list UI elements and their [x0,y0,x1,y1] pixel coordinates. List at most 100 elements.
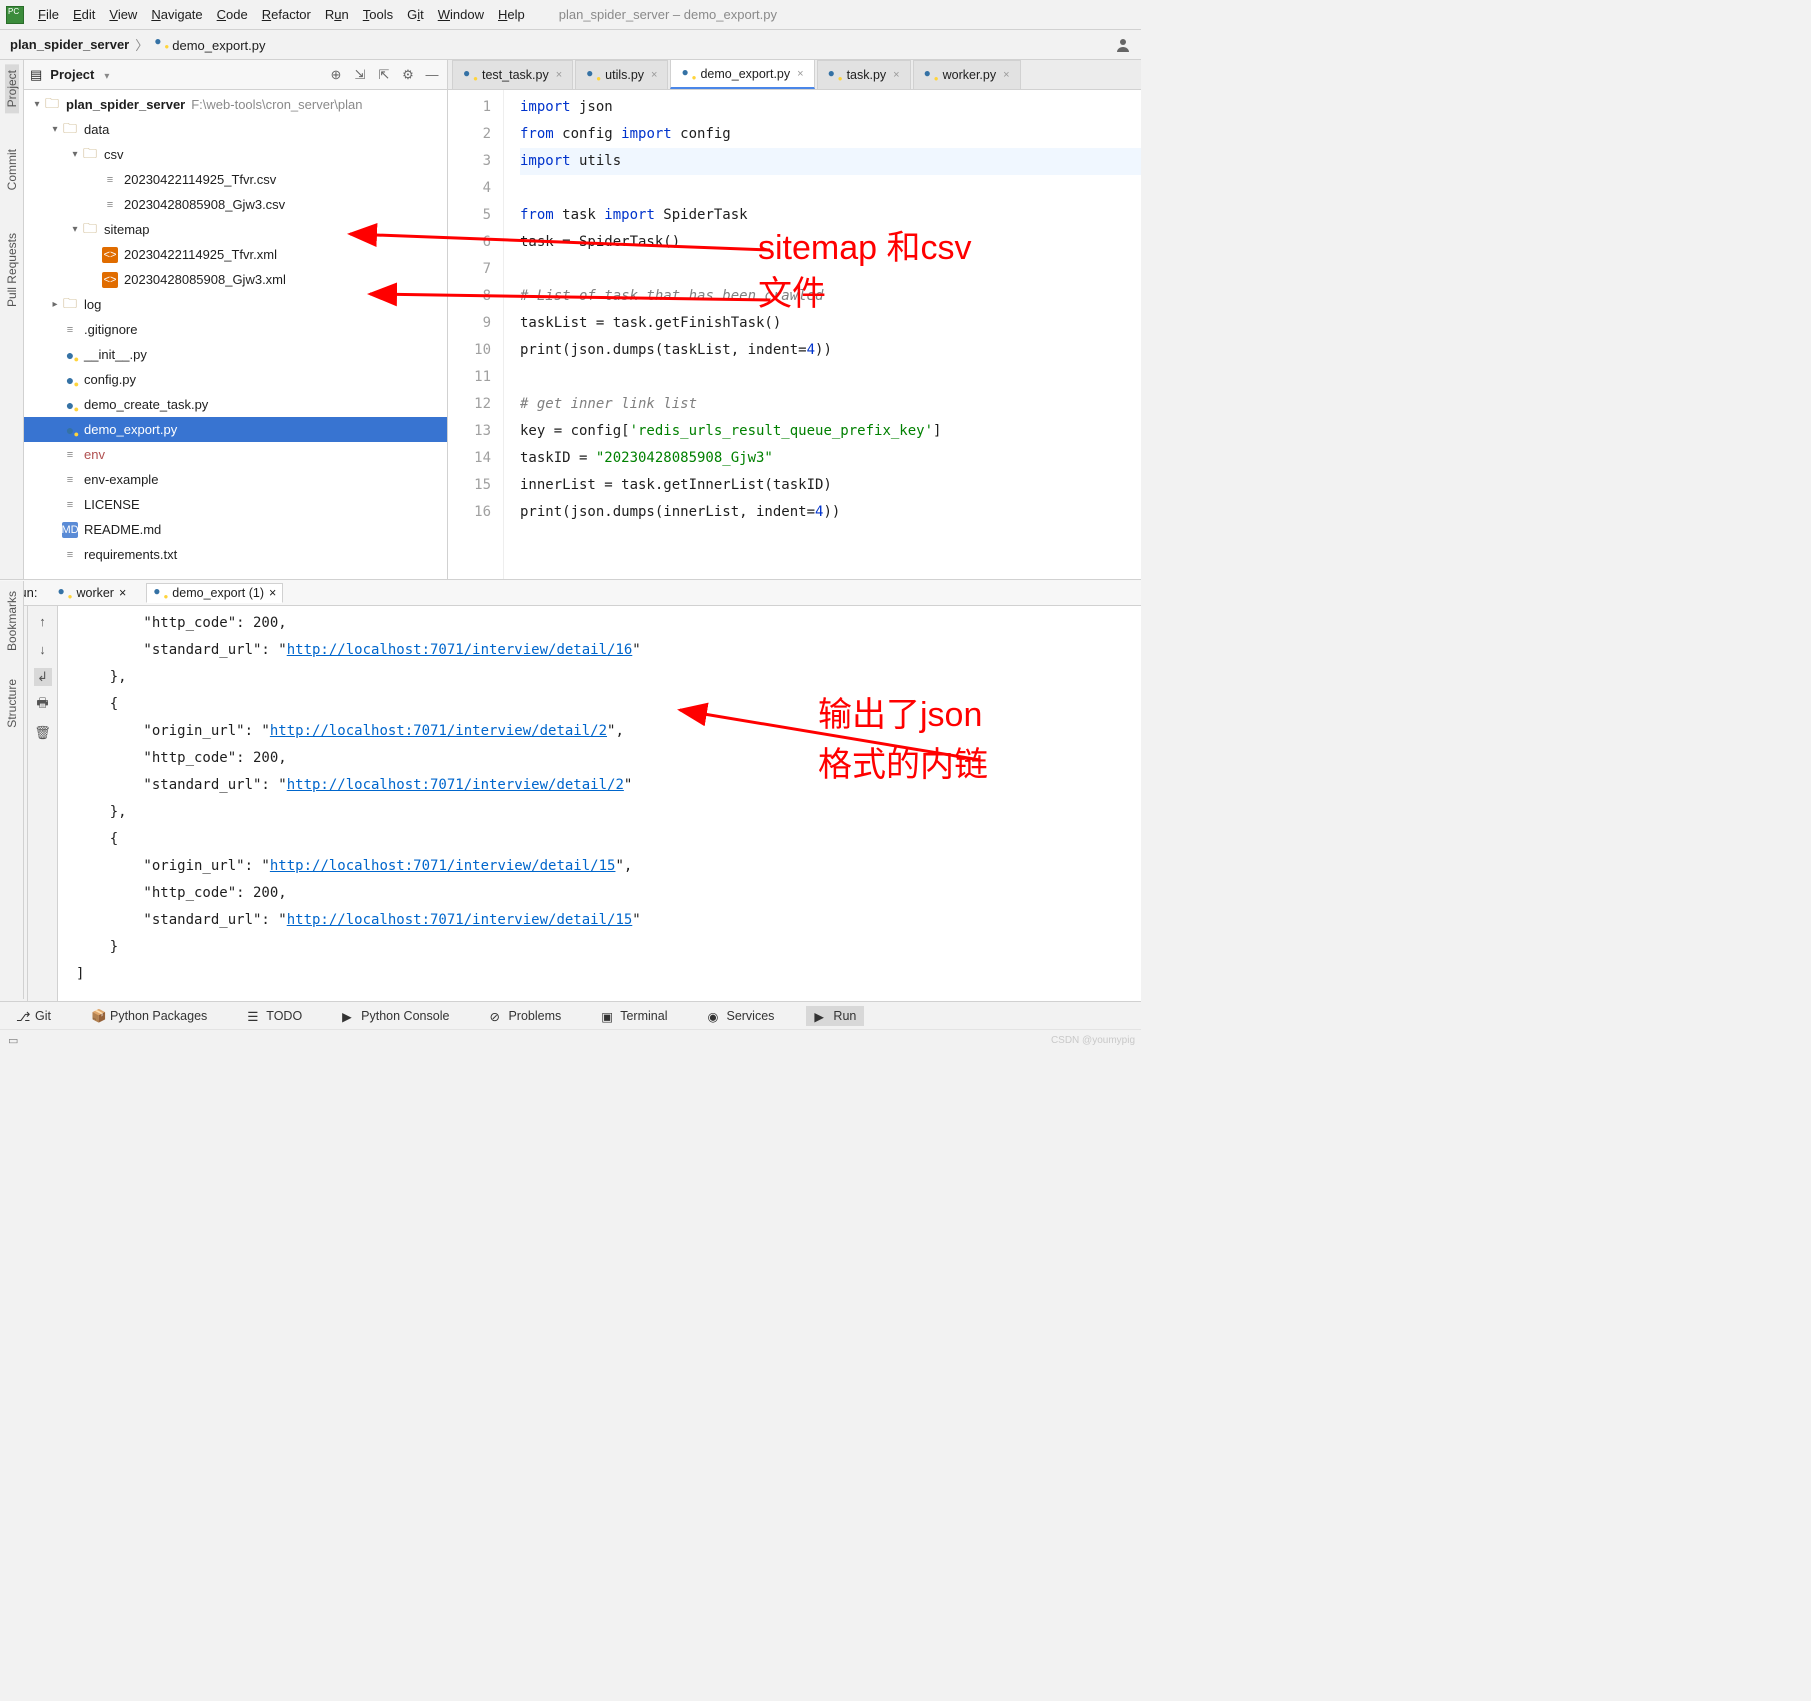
menu-refactor[interactable]: Refactor [262,7,311,22]
menu-help[interactable]: Help [498,7,525,22]
breadcrumb-root[interactable]: plan_spider_server [10,37,129,52]
down-arrow-icon[interactable]: ↓ [34,640,52,658]
trash-icon[interactable]: 🗑 [34,724,52,742]
code-area[interactable]: import jsonfrom config import configimpo… [504,90,1141,579]
stripe-structure[interactable]: Structure [5,679,19,728]
editor-tab[interactable]: test_task.py× [452,60,573,89]
xml-file-icon [102,247,118,263]
tree-file-selected[interactable]: ▾demo_export.py [24,417,447,442]
close-icon[interactable]: × [556,69,562,81]
console-output[interactable]: "http_code": 200, "standard_url": "http:… [58,606,1141,1001]
watermark: CSDN @youmypig [1051,1035,1135,1046]
app-logo-icon [6,6,24,24]
python-file-icon [828,68,842,82]
text-file-icon [62,547,78,563]
tree-file[interactable]: ▾20230428085908_Gjw3.xml [24,267,447,292]
tree-file[interactable]: ▾README.md [24,517,447,542]
menubar: File Edit View Navigate Code Refactor Ru… [0,0,1141,30]
tree-file[interactable]: ▾LICENSE [24,492,447,517]
tree-file[interactable]: ▾demo_create_task.py [24,392,447,417]
tree-folder-data[interactable]: ▾data [24,117,447,142]
project-pane: ▤ Project ⊕ ⇲ ⇱ ⚙ — ▾plan_spider_serverF… [24,60,448,579]
tree-file[interactable]: ▾20230422114925_Tfvr.xml [24,242,447,267]
menu-run[interactable]: Run [325,7,349,22]
menu-navigate[interactable]: Navigate [151,7,202,22]
user-icon[interactable] [1115,37,1131,53]
tool-icon: 📦 [91,1009,105,1023]
folder-icon [82,147,98,163]
bottom-tab-services[interactable]: ◉Services [699,1006,782,1026]
run-tab-worker[interactable]: worker× [51,584,132,602]
project-header: ▤ Project ⊕ ⇲ ⇱ ⚙ — [24,60,447,90]
stripe-pull-requests[interactable]: Pull Requests [5,227,19,313]
tree-file[interactable]: ▾env-example [24,467,447,492]
menu-git[interactable]: Git [407,7,424,22]
tree-folder-sitemap[interactable]: ▾sitemap [24,217,447,242]
tree-file[interactable]: ▾20230422114925_Tfvr.csv [24,167,447,192]
settings-gear-icon[interactable]: ⚙ [399,66,417,84]
tree-file[interactable]: ▾20230428085908_Gjw3.csv [24,192,447,217]
close-icon[interactable]: × [269,586,276,600]
menu-tools[interactable]: Tools [363,7,393,22]
bottom-tab-run[interactable]: ▶Run [806,1006,864,1026]
locate-icon[interactable]: ⊕ [327,66,345,84]
tree-file[interactable]: ▾requirements.txt [24,542,447,567]
close-icon[interactable]: × [119,586,126,600]
tree-folder-csv[interactable]: ▾csv [24,142,447,167]
bottom-tab-todo[interactable]: ☰TODO [239,1006,310,1026]
menu-file[interactable]: File [38,7,59,22]
bottom-tab-terminal[interactable]: ▣Terminal [593,1006,675,1026]
folder-icon [82,222,98,238]
breadcrumb-file[interactable]: demo_export.py [154,36,265,53]
bottom-tab-problems[interactable]: ⊘Problems [481,1006,569,1026]
left-stripe-bar: Project Commit Pull Requests [0,60,24,579]
tree-file[interactable]: ▾.gitignore [24,317,447,342]
text-file-icon [62,322,78,338]
code-editor[interactable]: 12345678910111213141516 import jsonfrom … [448,90,1141,579]
soft-wrap-icon[interactable]: ↲ [34,668,52,686]
python-file-icon [62,422,78,438]
run-panel: Run: worker× demo_export (1)× ▶ 🛠 ■ ≡ 📌 … [0,579,1141,1001]
print-icon[interactable]: 🖶 [34,696,52,714]
stripe-project[interactable]: Project [5,64,19,113]
project-tree[interactable]: ▾plan_spider_serverF:\web-tools\cron_ser… [24,90,447,579]
stripe-commit[interactable]: Commit [5,143,19,196]
editor-tab[interactable]: task.py× [817,60,911,89]
status-bar: ▭ [0,1029,1141,1051]
tool-icon: ▶ [342,1009,356,1023]
up-arrow-icon[interactable]: ↑ [34,612,52,630]
collapse-all-icon[interactable]: ⇱ [375,66,393,84]
menu-view[interactable]: View [109,7,137,22]
editor-tab[interactable]: utils.py× [575,60,668,89]
tree-file[interactable]: ▾__init__.py [24,342,447,367]
expand-all-icon[interactable]: ⇲ [351,66,369,84]
close-icon[interactable]: × [797,68,803,80]
python-file-icon [463,68,477,82]
tree-file[interactable]: ▾env [24,442,447,467]
tree-folder-log[interactable]: ▸log [24,292,447,317]
text-file-icon [62,447,78,463]
tool-icon: ▶ [814,1009,828,1023]
close-icon[interactable]: × [893,69,899,81]
tool-icon: ☰ [247,1009,261,1023]
hide-icon[interactable]: — [423,66,441,84]
menu-window[interactable]: Window [438,7,484,22]
editor-tab[interactable]: worker.py× [913,60,1021,89]
tree-root[interactable]: ▾plan_spider_serverF:\web-tools\cron_ser… [24,92,447,117]
stripe-bookmarks[interactable]: Bookmarks [5,591,19,651]
run-tab-demo-export[interactable]: demo_export (1)× [146,583,283,603]
project-dropdown-icon[interactable] [100,67,109,82]
csv-file-icon [102,172,118,188]
python-file-icon [153,586,167,600]
bottom-tab-python-packages[interactable]: 📦Python Packages [83,1006,215,1026]
window-title: plan_spider_server – demo_export.py [559,7,777,22]
close-icon[interactable]: × [1003,69,1009,81]
menu-code[interactable]: Code [217,7,248,22]
bottom-tab-git[interactable]: ⎇Git [8,1006,59,1026]
tree-file[interactable]: ▾config.py [24,367,447,392]
close-icon[interactable]: × [651,69,657,81]
status-icon[interactable]: ▭ [8,1034,18,1047]
menu-edit[interactable]: Edit [73,7,95,22]
editor-tab[interactable]: demo_export.py× [670,59,814,89]
bottom-tab-python-console[interactable]: ▶Python Console [334,1006,457,1026]
